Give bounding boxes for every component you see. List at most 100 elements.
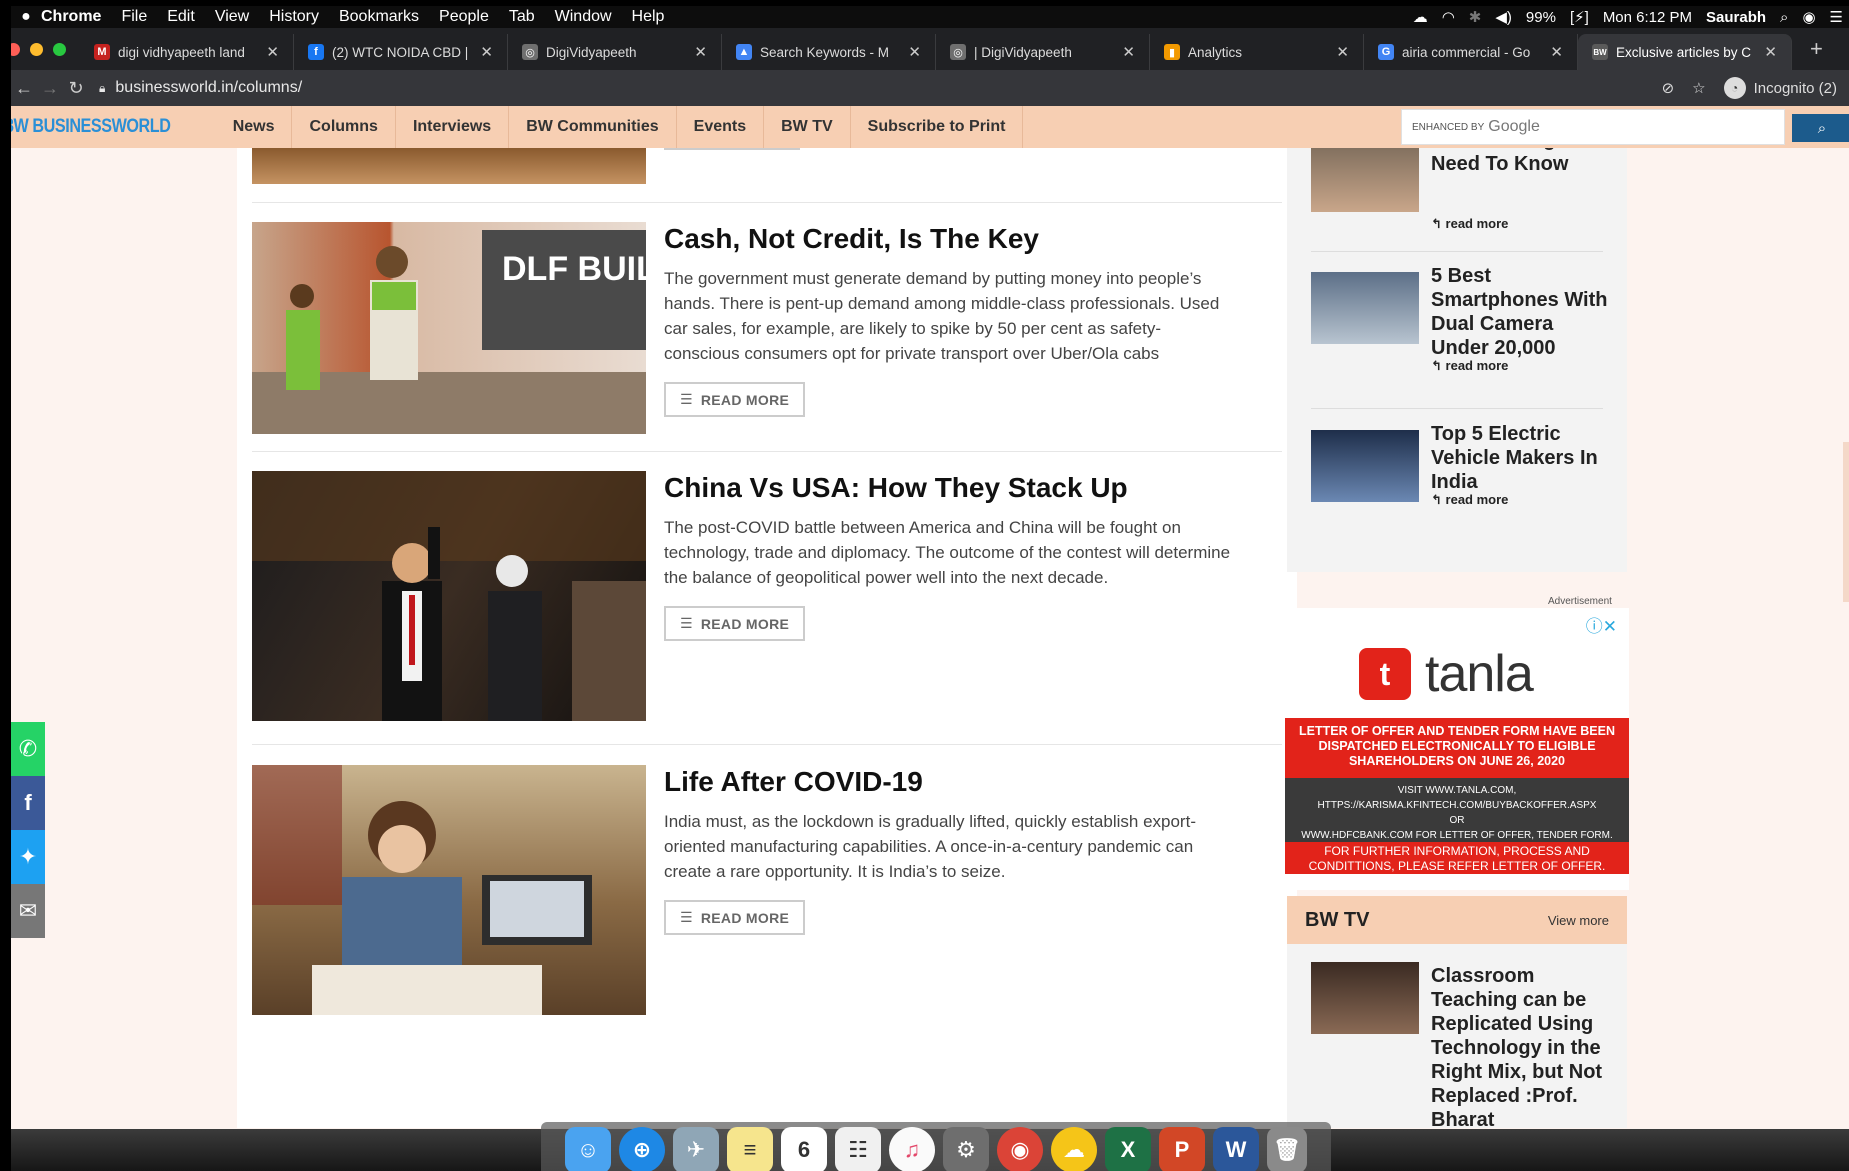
menu-chrome[interactable]: Chrome bbox=[41, 8, 101, 26]
article-title[interactable]: China Vs USA: How They Stack Up bbox=[664, 471, 1234, 505]
apple-icon[interactable]: ● bbox=[11, 8, 41, 26]
powerpoint-icon[interactable]: P bbox=[1159, 1126, 1205, 1171]
excel-icon[interactable]: X bbox=[1105, 1126, 1151, 1171]
tab-close-icon[interactable]: ✕ bbox=[1336, 43, 1349, 61]
trash-icon[interactable]: 🗑︎ bbox=[1267, 1126, 1307, 1171]
read-more-link[interactable]: ↰ read more bbox=[1431, 216, 1508, 232]
menu-window[interactable]: Window bbox=[555, 8, 612, 26]
article-thumbnail[interactable] bbox=[252, 148, 646, 184]
notes-icon[interactable]: ≡ bbox=[727, 1126, 773, 1171]
tanla-advertisement[interactable]: ⓘ✕ t tanla LETTER OF OFFER AND TENDER FO… bbox=[1285, 608, 1629, 890]
nav-subscribe[interactable]: Subscribe to Print bbox=[851, 106, 1024, 148]
preview-icon[interactable]: ✈ bbox=[673, 1126, 719, 1171]
bluetooth-icon[interactable]: ✱ bbox=[1469, 8, 1482, 26]
cloud-icon[interactable]: ☁ bbox=[1413, 8, 1428, 26]
menu-people[interactable]: People bbox=[439, 8, 489, 26]
spotlight-icon[interactable]: ⌕ bbox=[1780, 9, 1788, 26]
reminders-icon[interactable]: ☷ bbox=[835, 1126, 881, 1171]
browser-tab[interactable]: ◎ DigiVidyapeeth ✕ bbox=[508, 34, 722, 70]
article-title[interactable]: Cash, Not Credit, Is The Key bbox=[664, 222, 1234, 256]
tab-close-icon[interactable]: ✕ bbox=[480, 43, 493, 61]
sidebar-item-title[interactable]: Travel: Things You Need To Know bbox=[1431, 148, 1611, 176]
eye-off-icon[interactable]: ⊘ bbox=[1662, 79, 1675, 97]
browser-tab[interactable]: f (2) WTC NOIDA CBD | ✕ bbox=[294, 34, 508, 70]
search-button[interactable]: ⌕ bbox=[1792, 114, 1849, 142]
browser-tab-active[interactable]: BW Exclusive articles by C ✕ bbox=[1578, 34, 1792, 70]
businessworld-logo[interactable]: 3W BUSINESSWORLD bbox=[11, 116, 171, 138]
menu-help[interactable]: Help bbox=[632, 8, 665, 26]
word-icon[interactable]: W bbox=[1213, 1126, 1259, 1171]
address-bar[interactable]: 🔒︎ businessworld.in/columns/ bbox=[99, 79, 302, 97]
article-thumbnail[interactable] bbox=[252, 765, 646, 1015]
close-window-button[interactable] bbox=[11, 43, 20, 56]
new-tab-icon[interactable]: + bbox=[1792, 36, 1823, 70]
email-share-button[interactable]: ✉ bbox=[11, 884, 45, 938]
ad-info-icon[interactable]: ⓘ✕ bbox=[1586, 612, 1617, 637]
bookmark-star-icon[interactable]: ☆ bbox=[1692, 79, 1705, 97]
read-more-button[interactable]: ☰ READ MORE bbox=[664, 382, 806, 417]
menu-file[interactable]: File bbox=[121, 8, 147, 26]
reload-icon[interactable]: ↻ bbox=[63, 78, 89, 99]
safari-icon[interactable]: ⊕ bbox=[619, 1126, 665, 1171]
url-text[interactable]: businessworld.in/columns/ bbox=[115, 79, 302, 97]
article-thumbnail[interactable] bbox=[252, 471, 646, 721]
browser-tab[interactable]: M digi vidhyapeeth land ✕ bbox=[80, 34, 294, 70]
back-icon[interactable]: ← bbox=[11, 78, 37, 99]
sidebar-thumbnail[interactable] bbox=[1311, 272, 1419, 344]
minimize-window-button[interactable] bbox=[30, 43, 43, 56]
tab-close-icon[interactable]: ✕ bbox=[1550, 43, 1563, 61]
sidebar-thumbnail[interactable] bbox=[1311, 148, 1419, 212]
control-center-icon[interactable]: ☰ bbox=[1830, 8, 1843, 26]
nav-news[interactable]: News bbox=[216, 106, 293, 148]
read-more-link[interactable]: ↰ read more bbox=[1431, 492, 1508, 508]
browser-tab[interactable]: G airia commercial - Go ✕ bbox=[1364, 34, 1578, 70]
view-more-link[interactable]: View more bbox=[1548, 913, 1609, 928]
whatsapp-share-button[interactable]: ✆ bbox=[11, 722, 45, 776]
battery-status[interactable]: 99% bbox=[1526, 9, 1556, 26]
tab-close-icon[interactable]: ✕ bbox=[266, 43, 279, 61]
menu-view[interactable]: View bbox=[215, 8, 249, 26]
zoom-window-button[interactable] bbox=[53, 43, 66, 56]
forward-icon[interactable]: → bbox=[37, 78, 63, 99]
user-name[interactable]: Saurabh bbox=[1706, 9, 1766, 26]
system-preferences-icon[interactable]: ⚙ bbox=[943, 1126, 989, 1171]
menu-tab[interactable]: Tab bbox=[509, 8, 535, 26]
menu-edit[interactable]: Edit bbox=[167, 8, 195, 26]
volume-icon[interactable]: ◀) bbox=[1495, 8, 1512, 26]
menu-history[interactable]: History bbox=[269, 8, 319, 26]
video-thumbnail[interactable] bbox=[1311, 962, 1419, 1034]
music-icon[interactable]: ♫ bbox=[889, 1126, 935, 1171]
siri-icon[interactable]: ◉ bbox=[1802, 8, 1815, 26]
lock-icon[interactable]: 🔒︎ bbox=[99, 81, 105, 96]
facebook-share-button[interactable]: f bbox=[11, 776, 45, 830]
browser-tab[interactable]: ◎ | DigiVidyapeeth ✕ bbox=[936, 34, 1150, 70]
incognito-profile[interactable]: ◔ Incognito (2) bbox=[1723, 77, 1837, 99]
article-title[interactable]: Life After COVID-19 bbox=[664, 765, 1234, 799]
read-more-button[interactable]: ☰ READ MORE bbox=[664, 606, 806, 641]
read-more-button[interactable]: ☰ READ MORE bbox=[664, 900, 806, 935]
video-title[interactable]: Classroom Teaching can be Replicated Usi… bbox=[1431, 964, 1611, 1128]
twitter-share-button[interactable]: ✦ bbox=[11, 830, 45, 884]
nav-columns[interactable]: Columns bbox=[292, 106, 396, 148]
tab-close-icon[interactable]: ✕ bbox=[1122, 43, 1135, 61]
tab-close-icon[interactable]: ✕ bbox=[694, 43, 707, 61]
wifi-icon[interactable]: ◠ bbox=[1442, 8, 1455, 26]
cloud-drive-icon[interactable]: ☁ bbox=[1051, 1126, 1097, 1171]
scroll-indicator[interactable] bbox=[1843, 442, 1849, 602]
nav-interviews[interactable]: Interviews bbox=[396, 106, 510, 148]
tab-close-icon[interactable]: ✕ bbox=[1764, 43, 1777, 61]
browser-tab[interactable]: ▲ Search Keywords - M ✕ bbox=[722, 34, 936, 70]
tab-close-icon[interactable]: ✕ bbox=[908, 43, 921, 61]
finder-icon[interactable]: ☺ bbox=[565, 1126, 611, 1171]
search-input[interactable]: ENHANCED BY Google bbox=[1401, 109, 1785, 145]
sidebar-thumbnail[interactable] bbox=[1311, 430, 1419, 502]
read-more-link[interactable]: ↰ read more bbox=[1431, 358, 1508, 374]
sidebar-item-title[interactable]: 5 Best Smartphones With Dual Camera Unde… bbox=[1431, 264, 1611, 360]
nav-bw-tv[interactable]: BW TV bbox=[764, 106, 851, 148]
nav-events[interactable]: Events bbox=[677, 106, 765, 148]
calendar-icon[interactable]: 6 bbox=[781, 1126, 827, 1171]
article-thumbnail[interactable]: DLF BUILDING INDIA bbox=[252, 222, 646, 434]
menu-bookmarks[interactable]: Bookmarks bbox=[339, 8, 419, 26]
chrome-icon[interactable]: ◉ bbox=[997, 1126, 1043, 1171]
sidebar-item-title[interactable]: Top 5 Electric Vehicle Makers In India bbox=[1431, 422, 1611, 494]
